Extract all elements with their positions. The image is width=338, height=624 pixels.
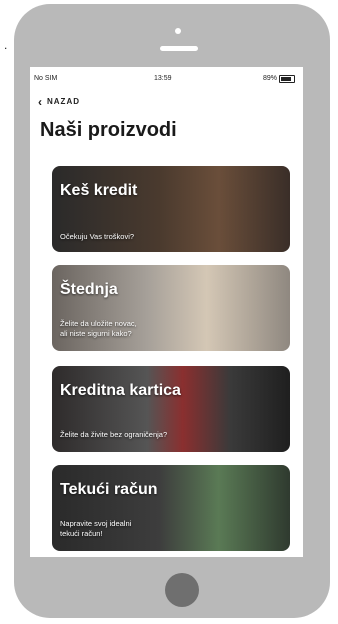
status-bar: No SIM 13:59 89% — [30, 67, 303, 87]
card-subtitle: Napravite svoj idealni tekući račun! — [60, 519, 132, 538]
page-title: Naši proizvodi — [40, 119, 177, 141]
back-label: NAZAD — [47, 97, 80, 106]
product-card-current-account[interactable]: Tekući račun Napravite svoj idealni teku… — [52, 465, 290, 551]
battery-percent: 89% — [262, 75, 277, 82]
product-card-credit-card[interactable]: Kreditna kartica Želite da živite bez og… — [52, 366, 290, 452]
card-title: Štednja — [60, 281, 118, 298]
battery-icon — [279, 75, 295, 83]
camera-dot — [175, 28, 181, 34]
card-title: Tekući račun — [60, 481, 158, 498]
product-card-cash-loan[interactable]: Keš kredit Očekuju Vas troškovi? — [52, 166, 290, 252]
home-button[interactable] — [165, 573, 199, 607]
card-subtitle: Očekuju Vas troškovi? — [60, 232, 135, 241]
back-button[interactable]: ‹ NAZAD — [38, 94, 80, 109]
app-screen: No SIM 13:59 89% ‹ NAZAD Naši proizvodi … — [30, 67, 303, 557]
card-subtitle: Želite da živite bez ograničenja? — [60, 430, 168, 439]
card-title: Keš kredit — [60, 182, 138, 199]
speaker-slot — [160, 46, 198, 51]
card-title: Kreditna kartica — [60, 382, 181, 399]
carrier-label: No SIM — [34, 75, 58, 82]
product-card-savings[interactable]: Štednja Želite da uložite novac, ali nis… — [52, 265, 290, 351]
edge-mark: . — [4, 38, 8, 52]
clock: 13:59 — [154, 75, 172, 82]
card-subtitle: Želite da uložite novac, ali niste sigur… — [60, 319, 137, 338]
chevron-left-icon: ‹ — [38, 94, 43, 109]
